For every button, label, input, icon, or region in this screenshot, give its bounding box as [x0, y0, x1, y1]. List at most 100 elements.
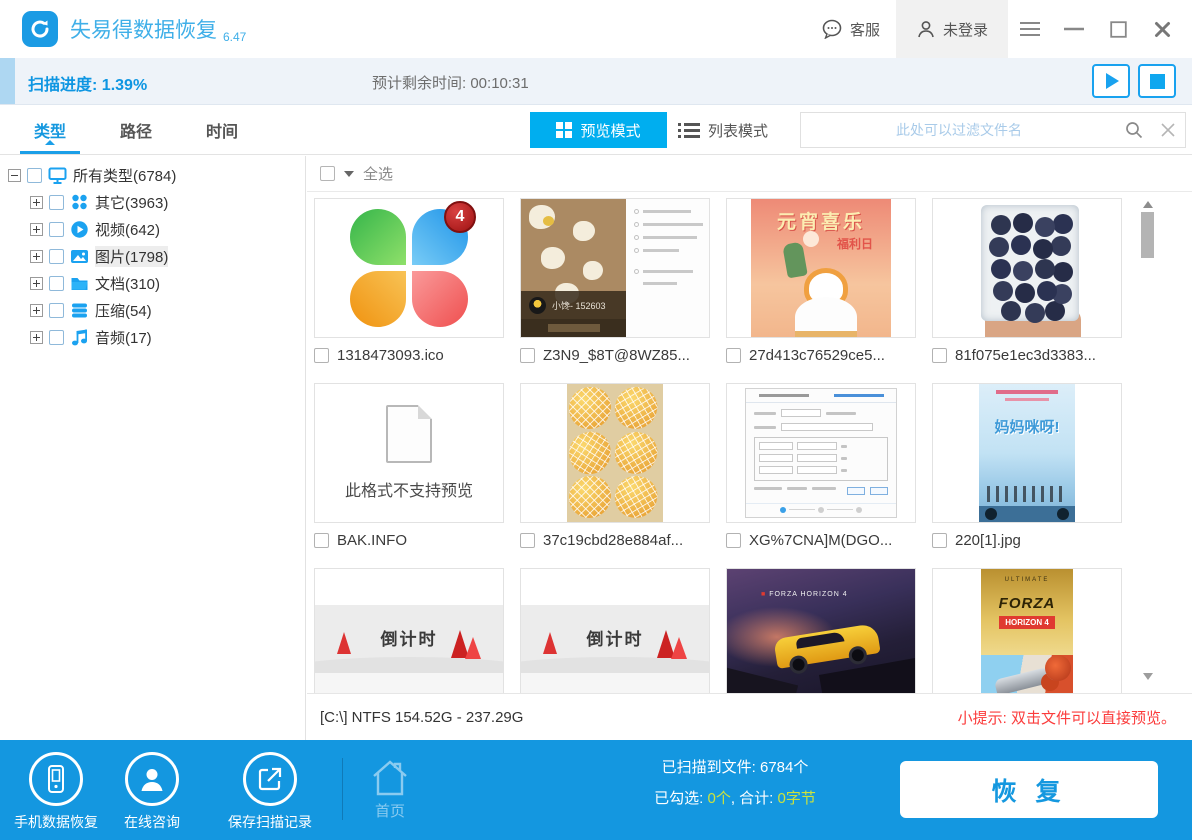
tree-checkbox[interactable] [49, 222, 64, 237]
tab-path[interactable]: 路径 [114, 114, 158, 146]
expand-icon[interactable] [30, 304, 43, 317]
archive-icon [70, 301, 89, 320]
chevron-down-icon[interactable] [344, 171, 354, 182]
home-icon [368, 758, 412, 798]
menu-button[interactable] [1008, 0, 1052, 58]
preview-mode-button[interactable]: 预览模式 [530, 112, 667, 148]
no-preview-placeholder: 此格式不支持预览 [315, 384, 503, 522]
tree-item-video[interactable]: 视频(642) [0, 216, 305, 243]
file-checkbox[interactable] [314, 533, 329, 548]
tab-type[interactable]: 类型 [28, 114, 72, 146]
maximize-button[interactable] [1096, 0, 1140, 58]
recover-button[interactable]: 恢 复 [900, 761, 1158, 818]
file-card: ■ FORZA HORIZON 4 [726, 568, 924, 693]
blueberries-preview [933, 199, 1121, 337]
login-status-button[interactable]: 未登录 [896, 0, 1008, 58]
toolbar: 类型 路径 时间 预览模式 列表模式 [0, 105, 1192, 155]
file-thumbnail[interactable]: ULTIMATE FORZA HORIZON 4 [932, 568, 1122, 693]
image-icon [70, 247, 89, 266]
user-icon [916, 19, 936, 39]
titlebar: 失易得数据恢复 6.47 客服 [0, 0, 1192, 58]
phone-recovery-button[interactable]: 手机数据恢复 [14, 752, 98, 832]
countdown-preview: 倒计时 [521, 569, 709, 693]
file-checkbox[interactable] [314, 348, 329, 363]
file-thumbnail[interactable]: 小馋- 152603 [520, 198, 710, 338]
scan-progress-text: 扫描进度: 1.39% [28, 71, 147, 95]
expand-icon[interactable] [30, 223, 43, 236]
file-thumbnail[interactable]: 倒计时 [314, 568, 504, 693]
forza-car-preview: ■ FORZA HORIZON 4 [727, 569, 915, 693]
tree-checkbox[interactable] [49, 276, 64, 291]
file-card-grid: 4 1318473093.ico [307, 192, 1192, 693]
countdown-preview: 倒计时 [315, 569, 503, 693]
tree-checkbox[interactable] [49, 249, 64, 264]
expand-icon[interactable] [30, 331, 43, 344]
online-consult-button[interactable]: 在线咨询 [124, 752, 180, 832]
tree-checkbox[interactable] [49, 195, 64, 210]
file-thumbnail[interactable] [932, 198, 1122, 338]
file-thumbnail[interactable]: 元宵喜乐 福利日 [726, 198, 916, 338]
scrollbar[interactable] [1141, 196, 1155, 685]
apps-icon [70, 193, 89, 212]
list-mode-button[interactable]: 列表模式 [678, 112, 768, 148]
tree-checkbox[interactable] [49, 303, 64, 318]
file-checkbox[interactable] [520, 533, 535, 548]
list-view-icon [684, 123, 700, 138]
app-version: 6.47 [223, 30, 246, 44]
file-checkbox[interactable] [726, 533, 741, 548]
file-thumbnail[interactable]: ■ FORZA HORIZON 4 [726, 568, 916, 693]
file-checkbox[interactable] [932, 348, 947, 363]
file-name: Z3N9_$8T@8WZ85... [543, 347, 690, 364]
tree-checkbox[interactable] [27, 168, 42, 183]
file-name: 1318473093.ico [337, 347, 444, 364]
tree-item-audio[interactable]: 音频(17) [0, 324, 305, 351]
file-thumbnail[interactable] [520, 383, 710, 523]
file-card: 4 1318473093.ico [314, 198, 512, 374]
save-scan-record-button[interactable]: 保存扫描记录 [228, 752, 312, 832]
titlebar-actions: 客服 未登录 [805, 0, 1192, 58]
expand-icon[interactable] [30, 196, 43, 209]
expand-icon[interactable] [30, 277, 43, 290]
tree-item-image[interactable]: 图片(1798) [0, 243, 305, 270]
file-thumbnail[interactable]: 此格式不支持预览 [314, 383, 504, 523]
collapse-icon[interactable] [8, 169, 21, 182]
home-button[interactable]: 首页 [368, 758, 412, 821]
customer-service-button[interactable]: 客服 [805, 0, 896, 58]
select-all-checkbox[interactable] [320, 166, 335, 181]
video-icon [70, 220, 89, 239]
tab-time[interactable]: 时间 [200, 114, 244, 146]
file-thumbnail[interactable] [726, 383, 916, 523]
scroll-up-icon[interactable] [1143, 196, 1153, 208]
tree-checkbox[interactable] [49, 330, 64, 345]
minimize-button[interactable] [1052, 0, 1096, 58]
clear-search-icon[interactable] [1151, 123, 1185, 137]
tree-item-archive[interactable]: 压缩(54) [0, 297, 305, 324]
forza-poster-preview: ULTIMATE FORZA HORIZON 4 [981, 569, 1073, 693]
file-checkbox[interactable] [726, 348, 741, 363]
filename-filter-input[interactable] [801, 122, 1117, 138]
file-name: BAK.INFO [337, 532, 407, 549]
scanned-count: 已扫描到文件: 6784个 [565, 756, 905, 777]
file-name: 81f075e1ec3d3383... [955, 347, 1096, 364]
file-thumbnail[interactable]: 妈妈咪呀! [932, 383, 1122, 523]
resume-scan-button[interactable] [1092, 64, 1130, 98]
file-thumbnail[interactable]: 倒计时 [520, 568, 710, 693]
scrollbar-thumb[interactable] [1141, 212, 1154, 258]
scroll-down-icon[interactable] [1143, 673, 1153, 685]
search-icon[interactable] [1117, 121, 1151, 139]
tip-text: 小提示: 双击文件可以直接预览。 [958, 707, 1176, 728]
file-name: XG%7CNA]M(DGO... [749, 532, 892, 549]
stop-scan-button[interactable] [1138, 64, 1176, 98]
expand-icon[interactable] [30, 250, 43, 263]
tree-item-document[interactable]: 文档(310) [0, 270, 305, 297]
tree-item-all-types[interactable]: 所有类型(6784) [0, 162, 305, 189]
file-thumbnail[interactable]: 4 [314, 198, 504, 338]
file-card: XG%7CNA]M(DGO... [726, 383, 924, 559]
tree-item-other[interactable]: 其它(3963) [0, 189, 305, 216]
status-bar: [C:\] NTFS 154.52G - 237.29G 小提示: 双击文件可以… [307, 693, 1192, 740]
close-button[interactable] [1140, 0, 1184, 58]
file-checkbox[interactable] [932, 533, 947, 548]
tab-bar: 类型 路径 时间 [28, 105, 244, 154]
file-checkbox[interactable] [520, 348, 535, 363]
phone-icon [29, 752, 83, 806]
